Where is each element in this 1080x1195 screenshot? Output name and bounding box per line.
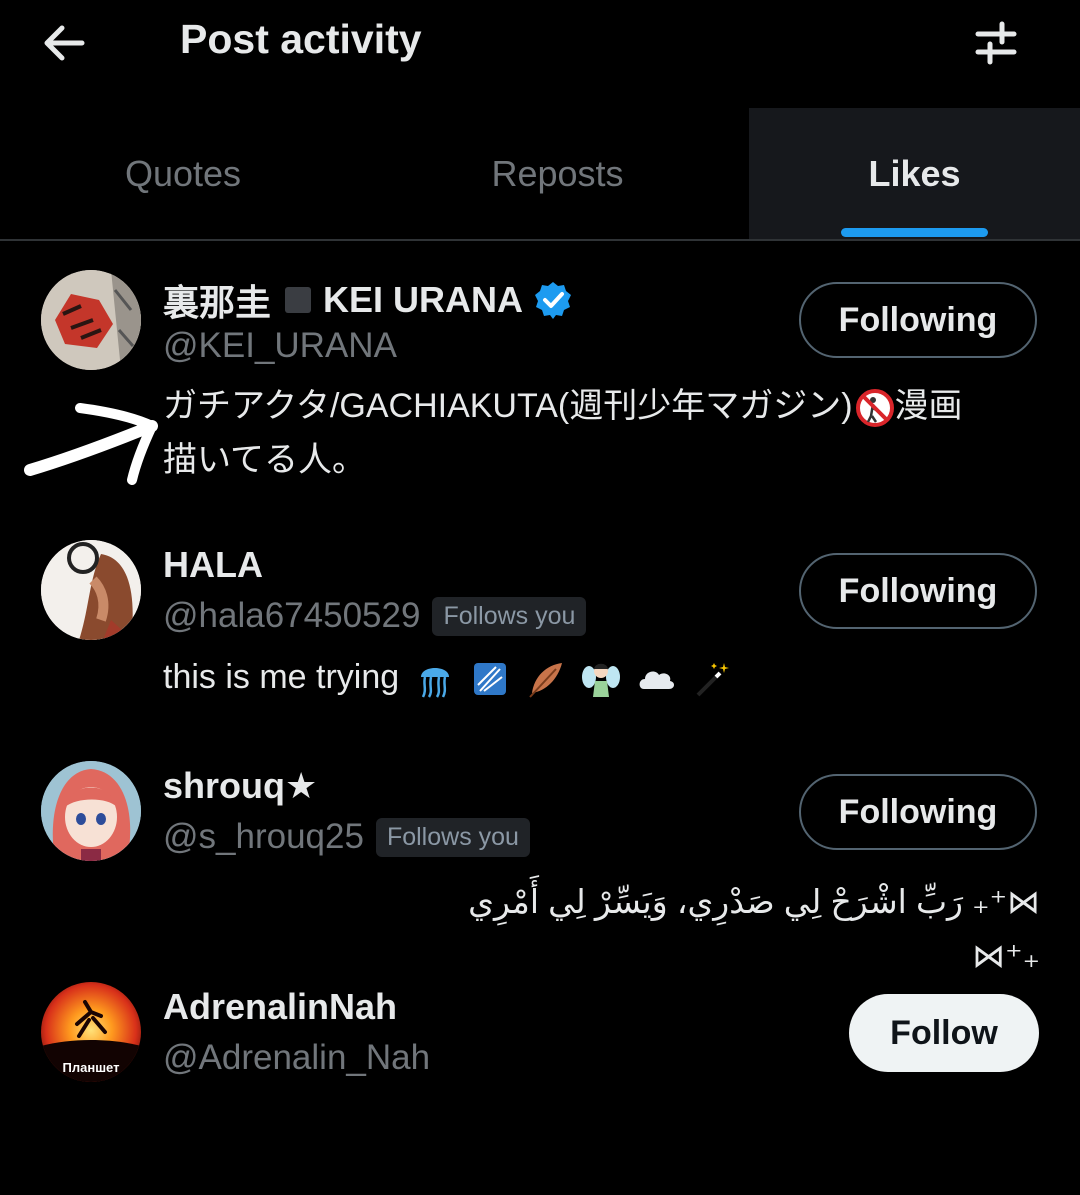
display-name: 裏那圭 KEI URANA <box>163 274 573 326</box>
avatar-image <box>41 540 141 640</box>
display-name: shrouq★ <box>163 765 317 807</box>
follow-button[interactable]: Follow <box>849 994 1039 1072</box>
avatar-caption: Планшет <box>63 1060 120 1075</box>
back-button[interactable] <box>36 14 94 72</box>
avatar-image <box>41 270 141 370</box>
bio-text: ⋈⁺₊ رَبِّ اشْرَحْ لِي صَدْرِي، وَيَسِّرْ… <box>468 883 1040 974</box>
bio-text: this is me trying <box>163 658 400 696</box>
user-row[interactable]: HALA @hala67450529 Follows you this is m… <box>0 540 1080 710</box>
following-button[interactable]: Following <box>799 553 1037 629</box>
display-name-text: AdrenalinNah <box>163 986 398 1027</box>
active-tab-indicator <box>841 228 988 237</box>
tab-divider <box>0 239 1080 241</box>
handle: @Adrenalin_Nah <box>163 1038 431 1077</box>
magic-wand-icon <box>696 663 729 697</box>
display-name-jp: 裏那圭 <box>163 282 272 323</box>
filter-button[interactable] <box>966 14 1026 72</box>
sliders-icon <box>975 21 1017 65</box>
avatar[interactable] <box>41 540 141 640</box>
cloud-icon <box>640 671 675 690</box>
bio-text-end: 漫画 <box>894 387 963 425</box>
display-name: AdrenalinNah <box>163 986 397 1028</box>
user-bio: ガチアクタ/GACHIAKUTA(週刊少年マガジン) 漫画 描いてる人。 <box>163 379 963 487</box>
handle: @s_hrouq25 <box>163 817 364 856</box>
following-button[interactable]: Following <box>799 774 1037 850</box>
handle-line: @KEI_URANA <box>163 326 397 366</box>
sparkle-tile-icon <box>474 663 507 696</box>
tab-likes[interactable]: Likes <box>749 108 1080 240</box>
avatar[interactable] <box>41 270 141 370</box>
user-row[interactable]: Планшет AdrenalinNah @Adrenalin_Nah Foll… <box>0 982 1080 1092</box>
tab-quotes-label: Quotes <box>124 153 242 194</box>
fairy-icon <box>582 663 620 698</box>
page-title: Post activity <box>180 16 422 62</box>
annotation-arrow-icon <box>24 403 158 485</box>
verified-badge-icon <box>535 282 572 319</box>
no-littering-icon <box>855 389 894 428</box>
jellyfish-icon <box>420 668 449 698</box>
display-name-text: HALA <box>163 544 263 585</box>
back-arrow-icon <box>44 25 85 61</box>
feather-icon <box>528 663 562 698</box>
activity-tabs: Quotes Reposts Likes <box>0 108 1080 240</box>
handle-line: @Adrenalin_Nah <box>163 1038 430 1078</box>
tab-reposts[interactable]: Reposts <box>366 108 749 240</box>
top-bar: Post activity <box>0 0 1080 108</box>
following-button[interactable]: Following <box>799 282 1037 358</box>
user-row[interactable]: shrouq★ @s_hrouq25 Follows you ⋈⁺₊ رَبِّ… <box>0 761 1080 974</box>
bio-text: ガチアクタ/GACHIAKUTA(週刊少年マガジン) <box>163 387 853 425</box>
handle-line: @s_hrouq25 Follows you <box>163 817 530 857</box>
follows-you-badge: Follows you <box>375 817 530 857</box>
user-bio: ⋈⁺₊ رَبِّ اشْرَحْ لِي صَدْرِي، وَيَسِّرْ… <box>440 875 1040 983</box>
display-name-text: shrouq★ <box>163 765 318 806</box>
tab-likes-label: Likes <box>868 153 961 194</box>
avatar-image <box>41 761 141 861</box>
display-name-en: KEI URANA <box>323 279 524 320</box>
avatar[interactable]: Планшет <box>41 982 141 1082</box>
display-name: HALA <box>163 544 263 586</box>
square-symbol <box>285 287 312 313</box>
handle: @KEI_URANA <box>163 326 397 365</box>
tab-quotes[interactable]: Quotes <box>0 108 366 240</box>
bio-text-line2: 描いてる人。 <box>163 441 366 479</box>
handle-line: @hala67450529 Follows you <box>163 596 587 636</box>
avatar-image: Планшет <box>41 982 141 1082</box>
follows-you-badge: Follows you <box>432 596 587 636</box>
user-bio: this is me trying <box>163 650 732 704</box>
avatar[interactable] <box>41 761 141 861</box>
handle: @hala67450529 <box>163 596 421 635</box>
tab-reposts-label: Reposts <box>491 153 624 194</box>
